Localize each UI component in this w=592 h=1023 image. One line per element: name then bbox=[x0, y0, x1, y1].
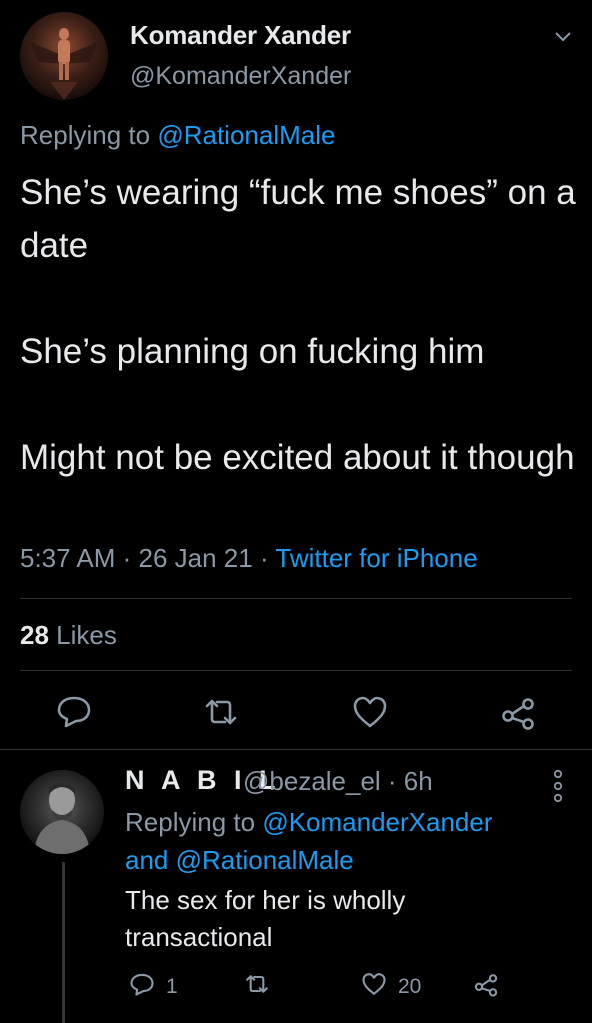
reply-handle-time[interactable]: @bezale_el · 6h bbox=[243, 766, 433, 797]
tweet-meta: 5:37 AM · 26 Jan 21 · Twitter for iPhone bbox=[20, 543, 478, 574]
tweet-date[interactable]: 26 Jan 21 bbox=[139, 543, 253, 573]
separator: · bbox=[252, 543, 276, 573]
tweet-source[interactable]: Twitter for iPhone bbox=[275, 543, 477, 573]
replying-to-link[interactable]: @RationalMale bbox=[176, 845, 354, 875]
retweet-icon bbox=[243, 970, 271, 1004]
replying-to-and: and bbox=[125, 845, 176, 875]
tweet-time[interactable]: 5:37 AM bbox=[20, 543, 115, 573]
heart-icon bbox=[360, 970, 388, 1004]
reply-replying-to: Replying to @KomanderXander and @Rational… bbox=[125, 803, 555, 879]
heart-icon[interactable] bbox=[350, 692, 390, 732]
replying-to-label: Replying to bbox=[20, 120, 158, 150]
tweet-text: She’s wearing “fuck me shoes” on a date … bbox=[20, 173, 576, 477]
divider bbox=[20, 598, 572, 599]
divider bbox=[0, 749, 592, 750]
reply-like-button[interactable]: 20 bbox=[360, 972, 421, 1002]
separator: · bbox=[115, 543, 139, 573]
user-handle[interactable]: @KomanderXander bbox=[130, 62, 351, 91]
reply-reply-button[interactable]: 1 bbox=[128, 972, 178, 1002]
likes-number: 28 bbox=[20, 620, 49, 650]
reply-icon[interactable] bbox=[54, 691, 94, 731]
likes-count[interactable]: 28 Likes bbox=[20, 620, 117, 651]
retweet-icon[interactable] bbox=[201, 692, 241, 732]
share-icon bbox=[472, 970, 500, 1004]
reply-retweet-button[interactable] bbox=[243, 972, 271, 1002]
like-count: 20 bbox=[398, 975, 422, 998]
avatar[interactable] bbox=[20, 770, 104, 854]
replying-to-label: Replying to bbox=[125, 807, 263, 837]
replying-to-link[interactable]: @RationalMale bbox=[157, 120, 335, 150]
replying-to-link[interactable]: @KomanderXander bbox=[262, 807, 492, 837]
reply-count: 1 bbox=[166, 975, 178, 998]
share-icon[interactable] bbox=[498, 692, 538, 732]
more-vertical-icon[interactable] bbox=[548, 768, 568, 804]
reply-text: The sex for her is wholly transactional bbox=[125, 885, 413, 952]
thread-line bbox=[62, 862, 65, 1023]
chevron-down-icon[interactable] bbox=[553, 26, 573, 46]
reply-share-button[interactable] bbox=[472, 972, 500, 1002]
avatar[interactable] bbox=[20, 12, 108, 100]
likes-label: Likes bbox=[48, 620, 117, 650]
reply-icon bbox=[128, 970, 156, 1004]
replying-to: Replying to @RationalMale bbox=[20, 120, 335, 151]
display-name[interactable]: Komander Xander bbox=[130, 20, 351, 51]
divider bbox=[20, 670, 572, 671]
